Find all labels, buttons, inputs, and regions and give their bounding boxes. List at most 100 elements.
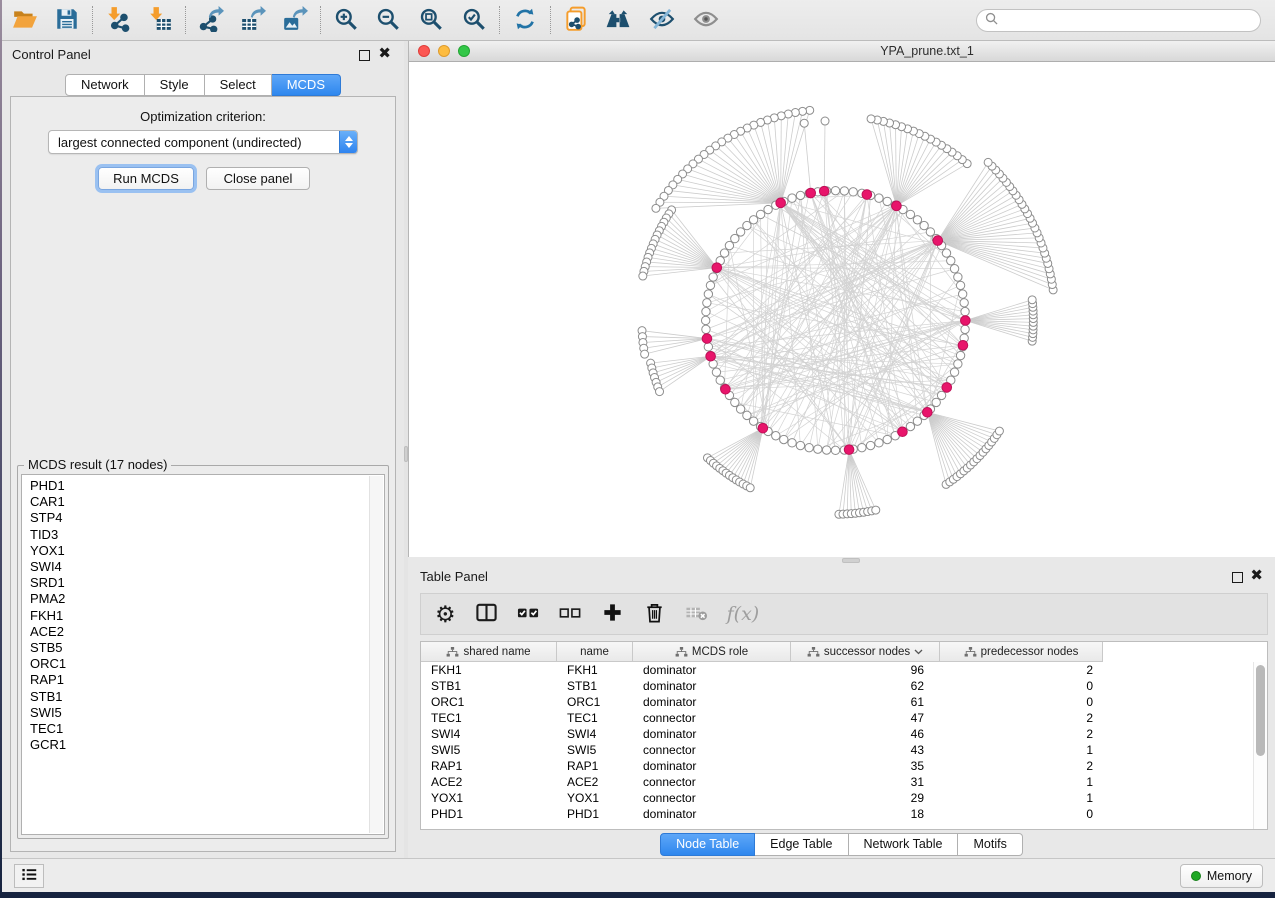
export-table-button[interactable] [238,5,268,35]
export-network-button[interactable] [196,5,226,35]
mcds-result-list[interactable]: PHD1CAR1STP4TID3YOX1SWI4SRD1PMA2FKH1ACE2… [21,474,385,835]
run-mcds-button[interactable]: Run MCDS [98,167,194,190]
mcds-result-item[interactable]: GCR1 [22,737,368,753]
export-image-button[interactable] [280,5,310,35]
horizontal-splitter[interactable] [408,557,1275,565]
memory-button[interactable]: Memory [1180,864,1263,888]
search-field[interactable] [976,9,1261,32]
add-column-button[interactable] [601,599,624,629]
select-all-button[interactable] [517,599,540,629]
cell-shared-name: ACE2 [421,774,557,790]
table-row[interactable]: FKH1FKH1dominator962 [421,662,1267,678]
table-row[interactable]: ACE2ACE2connector311 [421,774,1267,790]
mcds-result-item[interactable]: ORC1 [22,656,368,672]
import-table-button[interactable] [145,5,175,35]
table-row[interactable]: ORC1ORC1dominator610 [421,694,1267,710]
cell-name: TEC1 [557,710,633,726]
delete-table-button[interactable] [685,599,708,629]
window-maximize-icon[interactable] [458,45,470,57]
cell-successor-nodes: 35 [791,758,940,774]
mcds-result-item[interactable]: SWI5 [22,705,368,721]
shared-column-icon [446,647,459,657]
network-canvas[interactable] [409,62,1275,557]
float-panel-icon[interactable] [359,50,370,61]
desktop-background: Control Panel ✖ NetworkStyleSelectMCDS O… [0,0,1275,898]
cell-shared-name: TEC1 [421,710,557,726]
import-network-button[interactable] [103,5,133,35]
mcds-result-item[interactable]: PHD1 [22,478,368,494]
open-file-button[interactable] [10,5,40,35]
column-selector-button[interactable] [475,599,498,629]
search-input[interactable] [1003,13,1252,27]
close-panel-icon[interactable]: ✖ [378,44,391,64]
delete-columns-button[interactable] [643,599,666,629]
close-panel-button[interactable]: Close panel [206,167,310,190]
save-floppy-icon [54,6,80,35]
mcds-result-item[interactable]: STB1 [22,689,368,705]
table-row[interactable]: SWI4SWI4dominator462 [421,726,1267,742]
float-panel-icon[interactable] [1232,572,1243,583]
tab-select[interactable]: Select [205,74,272,96]
mcds-result-item[interactable]: TID3 [22,527,368,543]
column-header-MCDS-role[interactable]: MCDS role [633,642,791,662]
column-header-name[interactable]: name [557,642,633,662]
network-graph[interactable] [409,62,1275,557]
tab-edge-table[interactable]: Edge Table [755,833,848,856]
tab-network[interactable]: Network [65,74,145,96]
tab-style[interactable]: Style [145,74,205,96]
zoom-selected-icon [461,6,487,35]
zoom-out-button[interactable] [373,5,403,35]
zoom-in-button[interactable] [331,5,361,35]
task-history-button[interactable] [14,864,44,888]
hide-selected-button[interactable] [647,5,677,35]
mcds-list-scrollbar[interactable] [369,476,383,833]
table-row[interactable]: RAP1RAP1dominator352 [421,758,1267,774]
mcds-result-item[interactable]: SWI4 [22,559,368,575]
table-row[interactable]: STB1STB1dominator620 [421,678,1267,694]
table-mode-button[interactable]: ⚙ [435,599,456,629]
tab-mcds[interactable]: MCDS [272,74,341,96]
column-header-predecessor-nodes[interactable]: predecessor nodes [940,642,1103,662]
mcds-result-item[interactable]: CAR1 [22,494,368,510]
control-panel: Control Panel ✖ NetworkStyleSelectMCDS O… [2,41,404,858]
network-from-file-button[interactable] [561,5,591,35]
mcds-result-item[interactable]: YOX1 [22,543,368,559]
save-session-button[interactable] [52,5,82,35]
network-window-titlebar[interactable]: YPA_prune.txt_1 [409,41,1275,62]
table-row[interactable]: PHD1PHD1dominator180 [421,806,1267,822]
column-header-successor-nodes[interactable]: successor nodes [791,642,940,662]
zoom-fit-button[interactable] [416,5,446,35]
mcds-result-item[interactable]: STB5 [22,640,368,656]
table-row[interactable]: YOX1YOX1connector291 [421,790,1267,806]
table-scrollbar-thumb[interactable] [1256,665,1265,756]
first-neighbors-button[interactable] [603,5,633,35]
window-close-icon[interactable] [418,45,430,57]
horizontal-splitter-handle[interactable] [842,558,860,563]
table-scrollbar[interactable] [1253,662,1267,829]
column-header-shared-name[interactable]: shared name [421,642,557,662]
cell-successor-nodes: 18 [791,806,940,822]
table-row[interactable]: TEC1TEC1connector472 [421,710,1267,726]
function-builder-button[interactable]: f(x) [727,599,760,629]
mcds-result-item[interactable]: FKH1 [22,608,368,624]
zoom-selected-button[interactable] [459,5,489,35]
mcds-result-item[interactable]: ACE2 [22,624,368,640]
mcds-result-item[interactable]: STP4 [22,510,368,526]
window-minimize-icon[interactable] [438,45,450,57]
mcds-result-item[interactable]: PMA2 [22,591,368,607]
mcds-result-item[interactable]: TEC1 [22,721,368,737]
tab-network-table[interactable]: Network Table [849,833,959,856]
cell-name: STB1 [557,678,633,694]
mcds-result-title: MCDS result (17 nodes) [24,457,171,472]
mcds-result-item[interactable]: SRD1 [22,575,368,591]
tab-node-table[interactable]: Node Table [660,833,755,856]
deselect-all-button[interactable] [559,599,582,629]
show-all-button[interactable] [691,5,721,35]
criterion-dropdown[interactable]: largest connected component (undirected) [48,130,358,154]
mcds-result-item[interactable]: RAP1 [22,672,368,688]
refresh-view-button[interactable] [510,5,540,35]
tab-motifs[interactable]: Motifs [958,833,1022,856]
close-panel-icon[interactable]: ✖ [1250,566,1263,586]
table-row[interactable]: SWI5SWI5connector431 [421,742,1267,758]
node-table[interactable]: shared namenameMCDS rolesuccessor nodesp… [420,641,1268,830]
